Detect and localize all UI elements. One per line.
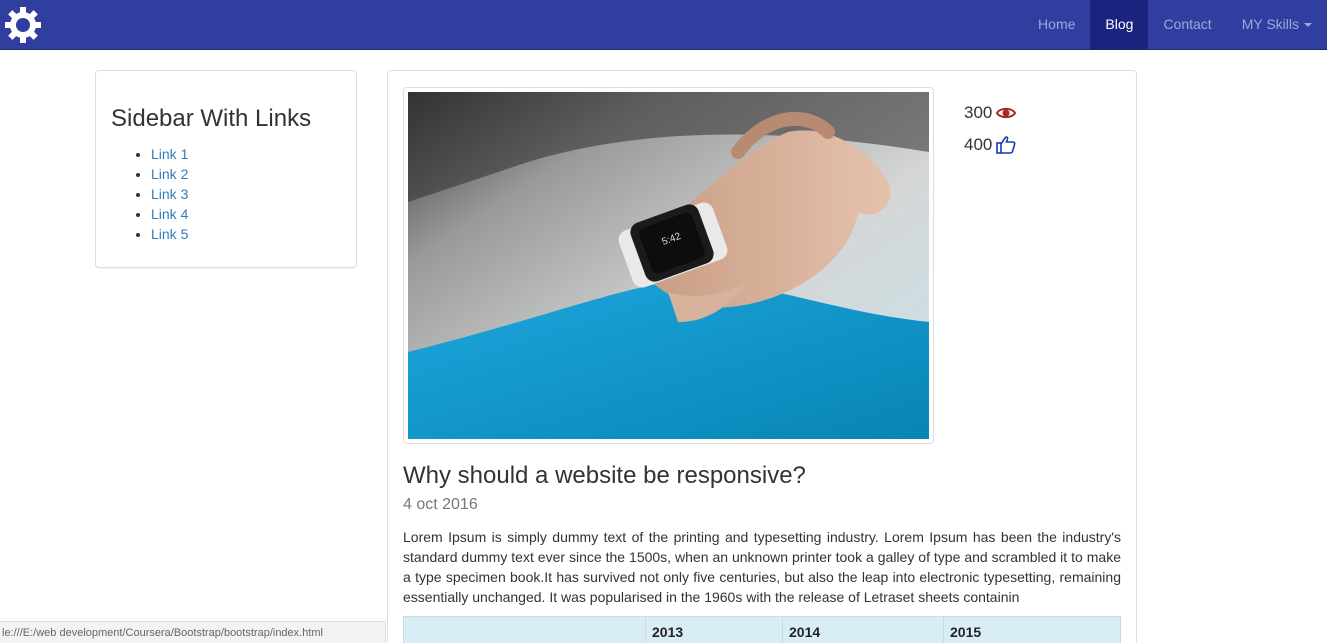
nav-home[interactable]: Home: [1023, 0, 1090, 49]
views-stat: 300: [964, 97, 1017, 129]
sidebar-list-item: Link 2: [151, 164, 188, 184]
caret-down-icon: [1304, 23, 1312, 28]
post-panel: 5:42 300 400 Why should a website be res…: [387, 70, 1137, 643]
likes-stat: 400: [964, 129, 1016, 161]
table-header-row: 2013 2014 2015: [403, 616, 1121, 643]
post-body-text: Lorem Ipsum is simply dummy text of the …: [403, 529, 1121, 605]
thumbs-up-icon: [996, 136, 1016, 154]
nav-my-skills-label: MY Skills: [1241, 16, 1299, 32]
post-title: Why should a website be responsive?: [403, 462, 806, 489]
gear-icon[interactable]: [3, 5, 43, 45]
main-nav: Home Blog Contact MY Skills: [1023, 0, 1327, 49]
sidebar-list-item: Link 5: [151, 224, 188, 244]
navbar: Home Blog Contact MY Skills: [0, 0, 1327, 50]
sidebar-list-item: Link 4: [151, 204, 188, 224]
sidebar-link-5[interactable]: Link 5: [151, 226, 188, 242]
nav-contact-label: Contact: [1163, 16, 1212, 32]
table-header-2013: 2013: [645, 616, 783, 643]
table-header-2015: 2015: [943, 616, 1121, 643]
status-url: le:///E:/web development/Coursera/Bootst…: [2, 627, 324, 639]
nav-home-label: Home: [1038, 16, 1076, 32]
data-table: 2013 2014 2015: [403, 616, 1121, 643]
post-date: 4 oct 2016: [403, 496, 478, 513]
sidebar-title: Sidebar With Links: [111, 105, 312, 132]
sidebar-link-4[interactable]: Link 4: [151, 206, 188, 222]
table-header-2014: 2014: [782, 616, 944, 643]
views-count: 300: [964, 103, 993, 122]
eye-icon: [996, 107, 1017, 119]
sidebar-link-1[interactable]: Link 1: [151, 146, 188, 162]
post-stats: 300 400: [964, 97, 1017, 161]
table-header-cell: [403, 616, 646, 643]
sidebar-panel: Sidebar With Links Link 1 Link 2 Link 3 …: [95, 70, 357, 268]
sidebar-link-list: Link 1 Link 2 Link 3 Link 4 Link 5: [151, 144, 188, 244]
sidebar-link-3[interactable]: Link 3: [151, 186, 188, 202]
sidebar-list-item: Link 1: [151, 144, 188, 164]
sidebar-link-2[interactable]: Link 2: [151, 166, 188, 182]
nav-my-skills-dropdown[interactable]: MY Skills: [1227, 0, 1327, 49]
nav-blog[interactable]: Blog: [1090, 0, 1149, 49]
smartwatch-photo: 5:42: [408, 92, 929, 439]
likes-count: 400: [964, 135, 993, 154]
nav-contact[interactable]: Contact: [1148, 0, 1226, 49]
post-image-thumbnail: 5:42: [403, 87, 934, 444]
browser-status-bar: le:///E:/web development/Coursera/Bootst…: [0, 621, 386, 643]
nav-blog-label: Blog: [1105, 16, 1134, 32]
sidebar-list-item: Link 3: [151, 184, 188, 204]
